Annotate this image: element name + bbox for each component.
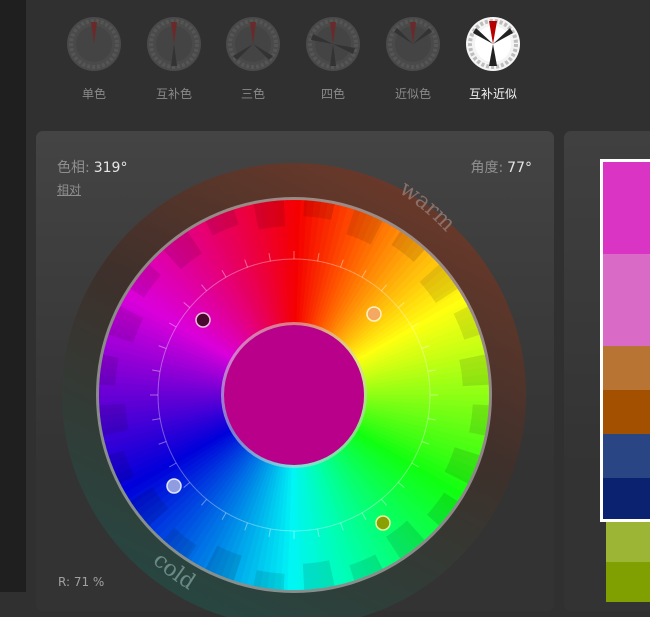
tetrad-scheme-icon <box>305 16 361 72</box>
scheme-tetrad-button[interactable]: 四色 <box>298 16 368 102</box>
triad-scheme-icon <box>225 16 281 72</box>
palette-swatch[interactable] <box>606 522 650 562</box>
scheme-label: 四色 <box>320 87 345 101</box>
scheme-selector: 单色 互补色 三色 四色 近似色 互补近似 <box>26 0 650 120</box>
scheme-triad-button[interactable]: 三色 <box>218 16 288 102</box>
monochromatic-scheme-icon <box>66 16 122 72</box>
palette-swatch[interactable] <box>603 162 650 254</box>
scheme-accented-analogic-button[interactable]: 互补近似 <box>458 16 528 102</box>
scheme-label: 互补近似 <box>468 87 517 101</box>
base-color-preview <box>224 325 364 465</box>
accented-analogic-scheme-icon <box>465 16 521 72</box>
left-edge-strip <box>0 0 26 592</box>
color-handle-4[interactable] <box>375 515 391 531</box>
scheme-complementary-button[interactable]: 互补色 <box>139 16 209 102</box>
scheme-label: 互补色 <box>155 87 192 101</box>
color-handle-3[interactable] <box>166 478 182 494</box>
palette-swatch[interactable] <box>603 254 650 346</box>
palette-swatch[interactable] <box>606 562 650 602</box>
palette-swatch[interactable] <box>603 390 650 434</box>
color-handle-2[interactable] <box>366 306 382 322</box>
complementary-scheme-icon <box>146 16 202 72</box>
palette-swatch[interactable] <box>603 478 650 519</box>
scheme-monochromatic-button[interactable]: 单色 <box>59 16 129 102</box>
color-wheel-panel: 色相: 319° 角度: 77° 相对 warm cold R: 71 % <box>36 131 554 617</box>
color-handle-1[interactable] <box>195 312 211 328</box>
scheme-analogic-button[interactable]: 近似色 <box>378 16 448 102</box>
rgb-readout: R: 71 % <box>58 575 105 589</box>
palette-swatch[interactable] <box>603 434 650 478</box>
scheme-label: 近似色 <box>394 87 431 101</box>
scheme-label: 单色 <box>81 87 106 101</box>
selected-palette <box>600 159 650 522</box>
palette-swatches <box>600 159 650 602</box>
scheme-label: 三色 <box>240 87 265 101</box>
palette-swatch[interactable] <box>603 346 650 390</box>
color-wheel[interactable]: warm cold <box>62 157 530 617</box>
analogic-scheme-icon <box>385 16 441 72</box>
